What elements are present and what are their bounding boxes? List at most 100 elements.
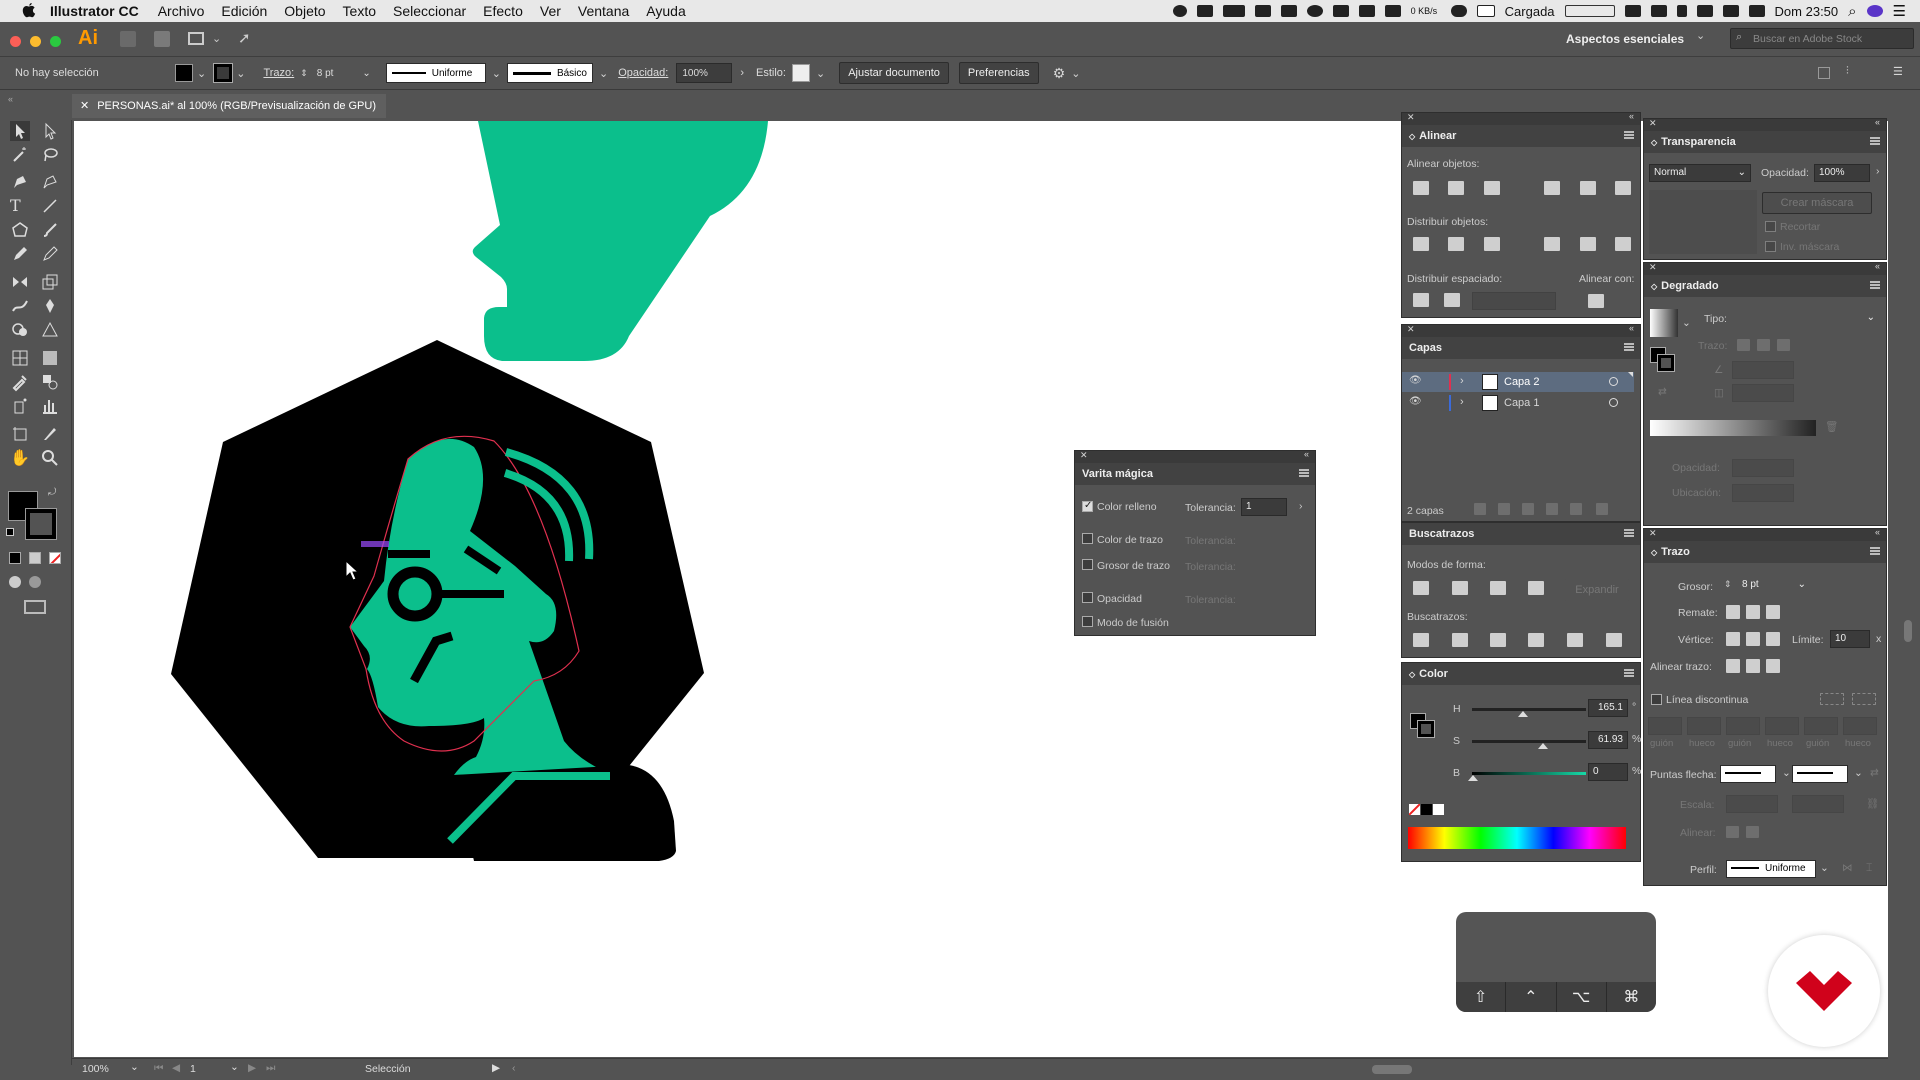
zoom-window-button[interactable] [50,36,61,47]
keyboard-icon[interactable] [1564,5,1615,17]
arrow-extend-icon[interactable] [1726,826,1739,838]
brush-chevron-icon[interactable]: ⌄ [599,67,608,80]
end-arrowhead-dropdown[interactable] [1792,765,1848,783]
gradient-opacity-field[interactable] [1732,459,1794,477]
visibility-eye-icon[interactable]: 👁 [1409,396,1422,407]
panel-menu-icon[interactable] [1870,281,1880,289]
document-tab[interactable]: ✕ PERSONAS.ai* al 100% (RGB/Previsualizac… [72,94,386,118]
flip-across-icon[interactable]: ⌶ [1866,862,1872,875]
selection-tool-icon[interactable] [10,121,30,141]
distribute-vspace-icon[interactable] [1413,293,1429,307]
apple-icon[interactable] [20,3,38,19]
user-avatar-icon[interactable] [1866,5,1883,17]
magic-wand-header[interactable]: Varita mágica [1075,463,1315,485]
time-machine-icon[interactable] [1748,5,1765,17]
close-tab-icon[interactable]: ✕ [80,100,89,112]
draw-behind-icon[interactable] [29,576,41,588]
menu-edicion[interactable]: Edición [221,3,267,19]
eyedropper-tool-icon[interactable] [10,372,30,392]
minus-back-icon[interactable] [1606,633,1622,647]
perspective-grid-tool-icon[interactable] [40,320,60,340]
sound-icon[interactable] [1384,5,1401,17]
scale-tool-icon[interactable] [40,272,60,292]
chevron-down-icon[interactable]: ⌄ [212,32,221,45]
blend-mode-dropdown[interactable]: Normal ⌄ [1649,164,1751,182]
align-left-icon[interactable] [1413,181,1429,195]
gradient-thumbnail[interactable] [1650,309,1678,337]
layers-header[interactable]: Capas [1402,337,1640,359]
stroke-swatch[interactable] [213,63,234,83]
fill-chevron-icon[interactable]: ⌄ [197,67,206,80]
close-panel-icon[interactable]: ✕ [1649,118,1657,129]
type-tool-icon[interactable]: T [10,196,30,216]
reflect-tool-icon[interactable] [10,272,30,292]
unite-icon[interactable] [1413,581,1429,595]
none-mode-icon[interactable] [49,552,61,564]
stroke-chevron-icon[interactable]: ⌄ [236,67,245,80]
hue-field[interactable]: 165.1 [1588,699,1628,717]
profile-dropdown[interactable]: Uniforme [1726,860,1816,878]
trim-icon[interactable] [1452,633,1468,647]
expand-layer-icon[interactable]: › [1460,396,1464,408]
export-layers-icon[interactable] [1474,503,1486,515]
eraser-tool-icon[interactable] [40,244,60,264]
gradient-slider[interactable] [1650,420,1816,436]
align-center-stroke-icon[interactable] [1726,659,1740,673]
battery-icon[interactable] [1476,5,1495,17]
stroke-weight-checkbox[interactable] [1082,559,1093,570]
stroke-across-icon[interactable] [1777,339,1790,351]
align-panel-icon[interactable]: ⫶ [1846,65,1849,78]
collapse-panel-icon[interactable]: « [1875,261,1880,271]
arrow-scale-start-field[interactable] [1726,795,1778,813]
scroll-left-icon[interactable]: ‹ [512,1062,516,1074]
stroke-color-box[interactable] [25,508,57,540]
hue-slider[interactable] [1472,708,1586,711]
menu-ayuda[interactable]: Ayuda [646,3,685,19]
blend-mode-checkbox[interactable] [1082,616,1093,627]
start-arrowhead-dropdown[interactable] [1720,765,1776,783]
stock-search-input[interactable]: ⌕ Buscar en Adobe Stock [1730,28,1914,49]
workspace-switcher[interactable]: Aspectos esenciales [1566,32,1684,46]
column-graph-tool-icon[interactable] [40,396,60,416]
distribute-vcenter-icon[interactable] [1448,237,1464,251]
saturation-field[interactable]: 61.93 [1588,731,1628,749]
record-icon[interactable] [1172,5,1187,17]
outline-icon[interactable] [1567,633,1583,647]
target-icon[interactable] [1609,377,1618,386]
stroke-within-icon[interactable] [1737,339,1750,351]
align-vcenter-icon[interactable] [1580,181,1596,195]
close-window-button[interactable] [10,36,21,47]
close-panel-icon[interactable]: ✕ [1649,262,1657,273]
align-top-icon[interactable] [1544,181,1560,195]
brightness-field[interactable]: 0 [1588,763,1628,781]
wifi-icon[interactable] [1696,5,1713,17]
visibility-eye-icon[interactable]: 👁 [1409,375,1422,386]
panel-menu-icon[interactable] [1624,669,1634,677]
collapse-panel-icon[interactable]: « [1629,323,1634,333]
panel-menu-icon[interactable] [1870,547,1880,555]
opacity-checkbox[interactable] [1082,592,1093,603]
gradient-type-dropdown[interactable]: ⌄ [1731,310,1879,328]
display-icon[interactable] [1332,5,1349,17]
close-panel-icon[interactable]: ✕ [1407,324,1415,335]
pathfinder-header[interactable]: Buscatrazos [1402,523,1640,545]
spacing-field[interactable] [1472,292,1556,310]
start-arrow-chevron-icon[interactable]: ⌄ [1782,767,1791,779]
screen-mode-icon[interactable] [24,600,46,614]
zoom-level[interactable]: 100% [82,1063,109,1075]
hue-slider-thumb[interactable] [1518,706,1528,717]
panel-menu-icon[interactable] [1624,343,1634,351]
preferences-button[interactable]: Preferencias [958,62,1039,84]
opacity-arrow-icon[interactable]: › [740,67,744,79]
close-panel-icon[interactable]: ✕ [1407,112,1415,123]
artboard-number[interactable]: 1 [190,1063,196,1075]
align-outside-stroke-icon[interactable] [1766,659,1780,673]
stroke-header[interactable]: ◇ Trazo [1644,541,1886,563]
puppet-warp-tool-icon[interactable] [40,296,60,316]
creative-cloud-icon[interactable] [1306,5,1323,17]
close-panel-icon[interactable]: ✕ [1649,528,1657,539]
notification-center-icon[interactable]: ☰ [1893,2,1906,20]
saturation-slider-thumb[interactable] [1538,738,1548,749]
round-cap-icon[interactable] [1746,605,1760,619]
dash-field-2[interactable] [1687,717,1721,735]
